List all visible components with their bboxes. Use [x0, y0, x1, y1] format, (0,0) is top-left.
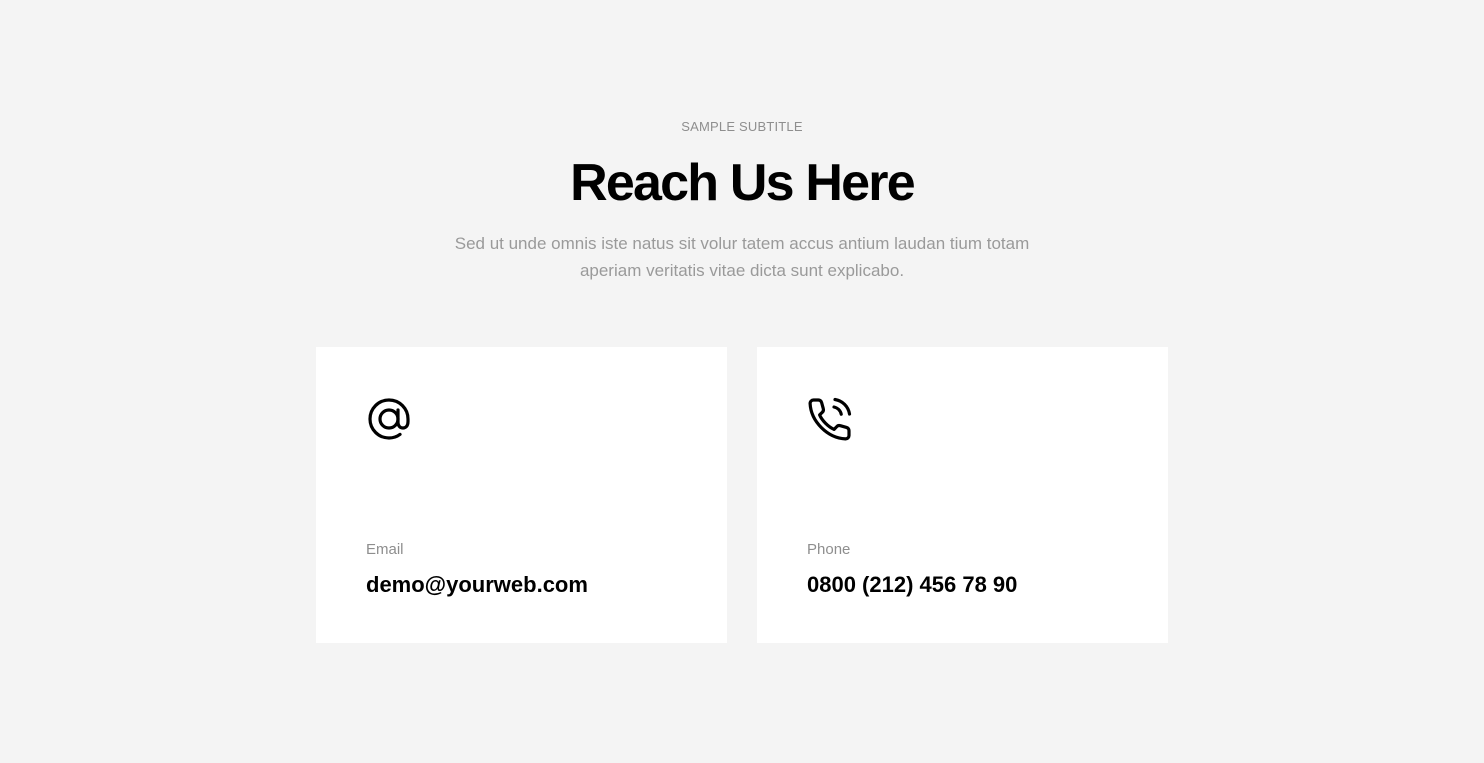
email-label: Email	[366, 541, 404, 558]
phone-card: Phone 0800 (212) 456 78 90	[757, 347, 1168, 643]
phone-label: Phone	[807, 541, 851, 558]
phone-call-icon	[806, 395, 854, 443]
section-description: Sed ut unde omnis iste natus sit volur t…	[454, 234, 1030, 280]
section-title: Reach Us Here	[570, 154, 915, 212]
phone-link[interactable]: 0800 (212) 456 78 90	[807, 572, 1017, 598]
at-sign-icon	[365, 395, 413, 443]
contact-section: SAMPLE SUBTITLE Reach Us Here Sed ut und…	[0, 0, 1484, 763]
email-card: Email demo@yourweb.com	[316, 347, 727, 643]
email-link[interactable]: demo@yourweb.com	[366, 572, 588, 598]
section-subtitle: SAMPLE SUBTITLE	[681, 119, 803, 134]
